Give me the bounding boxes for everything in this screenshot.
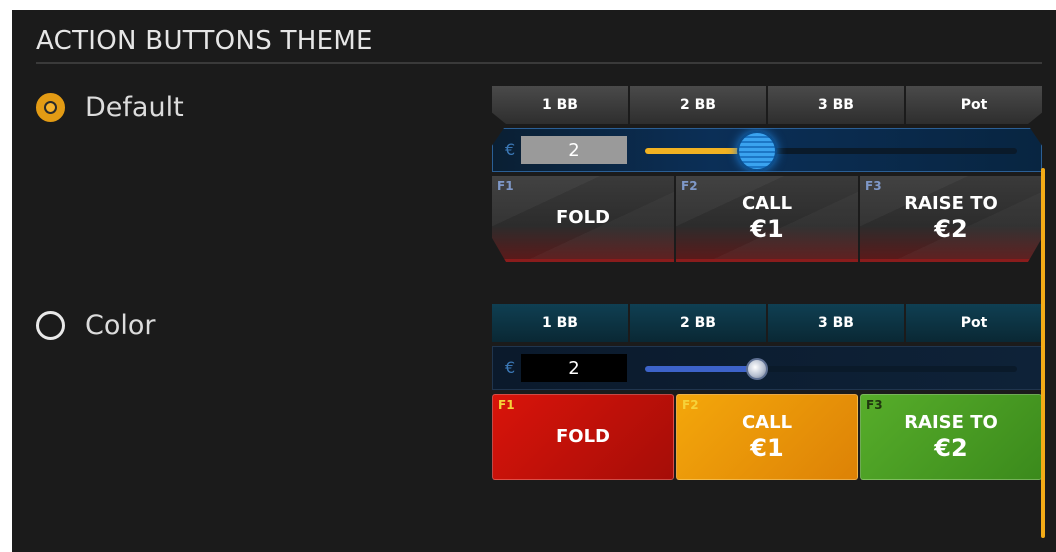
action-button-row: F1 FOLD F2 CALL €1 F3 RAISE TO €2 <box>492 176 1042 262</box>
action-button-row: F1 FOLD F2 CALL €1 F3 RAISE TO €2 <box>492 394 1042 480</box>
action-amount: €1 <box>750 214 784 243</box>
hotkey-label: F1 <box>497 179 514 193</box>
bet-slider-handle[interactable] <box>737 131 777 171</box>
currency-symbol: € <box>505 140 516 159</box>
bet-preset-row: 1 BB 2 BB 3 BB Pot <box>492 304 1042 342</box>
color-theme-preview: 1 BB 2 BB 3 BB Pot € 2 F1 FOLD F2 CALL €… <box>492 304 1042 480</box>
section-title: ACTION BUTTONS THEME <box>36 26 373 56</box>
action-amount: €1 <box>750 434 784 462</box>
theme-option-color[interactable]: Color <box>36 310 156 341</box>
bet-slider-row: € 2 <box>492 128 1042 172</box>
hotkey-label: F2 <box>682 398 699 412</box>
title-divider <box>36 62 1042 64</box>
preset-1bb-button[interactable]: 1 BB <box>492 86 630 124</box>
radio-unselected-icon[interactable] <box>36 311 65 340</box>
preset-2bb-button[interactable]: 2 BB <box>630 304 768 342</box>
bet-slider-track[interactable] <box>645 148 1017 154</box>
preset-pot-button[interactable]: Pot <box>906 304 1042 342</box>
bet-amount-input[interactable]: 2 <box>521 354 627 382</box>
bet-slider-handle[interactable] <box>745 358 768 380</box>
action-amount: €2 <box>934 434 968 462</box>
theme-option-label: Default <box>85 92 184 123</box>
action-label: RAISE TO <box>904 192 998 214</box>
raise-button[interactable]: F3 RAISE TO €2 <box>860 176 1042 262</box>
hotkey-label: F2 <box>681 179 698 193</box>
theme-option-label: Color <box>85 310 156 341</box>
action-label: CALL <box>741 192 793 214</box>
hotkey-label: F3 <box>866 398 883 412</box>
action-label: CALL <box>741 412 793 433</box>
call-button[interactable]: F2 CALL €1 <box>676 394 858 480</box>
bet-preset-row: 1 BB 2 BB 3 BB Pot <box>492 86 1042 124</box>
bet-slider-track[interactable] <box>645 358 1017 380</box>
call-button[interactable]: F2 CALL €1 <box>676 176 858 262</box>
bet-slider-fill <box>645 366 757 372</box>
action-label: RAISE TO <box>904 412 998 433</box>
action-label: FOLD <box>555 426 610 447</box>
bet-amount-input[interactable]: 2 <box>521 136 627 164</box>
preset-2bb-button[interactable]: 2 BB <box>630 86 768 124</box>
preset-3bb-button[interactable]: 3 BB <box>768 304 906 342</box>
default-theme-preview: 1 BB 2 BB 3 BB Pot € 2 F1 FOLD F2 CALL €… <box>492 86 1042 262</box>
preset-3bb-button[interactable]: 3 BB <box>768 86 906 124</box>
currency-symbol: € <box>505 358 516 377</box>
hotkey-label: F1 <box>498 398 515 412</box>
action-amount: €2 <box>934 214 968 243</box>
preset-1bb-button[interactable]: 1 BB <box>492 304 630 342</box>
fold-button[interactable]: F1 FOLD <box>492 176 674 262</box>
fold-button[interactable]: F1 FOLD <box>492 394 674 480</box>
settings-panel: ACTION BUTTONS THEME Default 1 BB 2 BB 3… <box>12 10 1056 552</box>
raise-button[interactable]: F3 RAISE TO €2 <box>860 394 1042 480</box>
theme-option-default[interactable]: Default <box>36 92 184 123</box>
preset-pot-button[interactable]: Pot <box>906 86 1042 124</box>
hotkey-label: F3 <box>865 179 882 193</box>
scrollbar[interactable] <box>1041 168 1045 538</box>
bet-slider-row: € 2 <box>492 346 1042 390</box>
radio-selected-icon[interactable] <box>36 93 65 122</box>
action-label: FOLD <box>555 206 610 228</box>
